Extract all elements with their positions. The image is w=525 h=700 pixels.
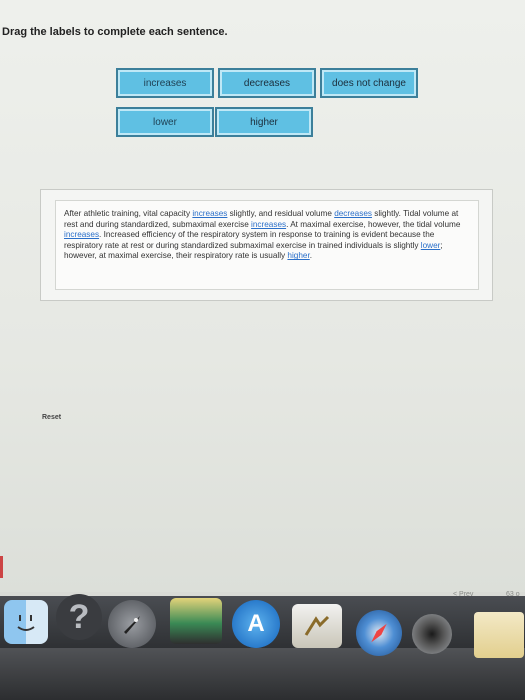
drop-target-2[interactable]: decreases <box>334 209 372 218</box>
sentence-part: slightly, and residual volume <box>227 209 335 218</box>
safari-icon[interactable] <box>356 610 402 656</box>
drop-target-3[interactable]: increases <box>251 220 286 229</box>
reset-button[interactable]: Reset <box>42 414 61 421</box>
camera-icon[interactable] <box>412 614 452 654</box>
drop-target-5[interactable]: lower <box>421 241 441 250</box>
label-higher[interactable]: higher <box>215 107 313 137</box>
notes-icon[interactable] <box>474 612 524 658</box>
label-increases[interactable]: increases <box>116 68 214 98</box>
edge-marker <box>0 556 3 578</box>
preview-icon[interactable] <box>292 604 342 648</box>
instruction-text: Drag the labels to complete each sentenc… <box>2 26 228 38</box>
drop-target-4[interactable]: increases <box>64 230 99 239</box>
sentence-part: . At maximal exercise, however, the tida… <box>286 219 461 229</box>
drop-target-1[interactable]: increases <box>192 209 227 218</box>
sentence-part: . Increased efficiency of the respirator… <box>64 230 435 250</box>
label-lower[interactable]: lower <box>116 107 214 137</box>
finder-icon[interactable] <box>4 600 48 644</box>
label-decreases[interactable]: decreases <box>218 68 316 98</box>
dock-shelf <box>0 648 525 700</box>
app-icon[interactable] <box>170 598 222 644</box>
launchpad-icon[interactable] <box>108 600 156 648</box>
app-store-icon[interactable]: A <box>232 600 280 648</box>
help-icon[interactable]: ? <box>56 594 102 640</box>
drop-target-6[interactable]: higher <box>287 251 309 260</box>
sentence-text: After athletic training, vital capacity … <box>55 200 479 290</box>
sentence-part: . <box>309 251 313 261</box>
sentence-panel: After athletic training, vital capacity … <box>40 189 493 301</box>
sentence-part: After athletic training, vital capacity <box>64 209 193 218</box>
screen: Drag the labels to complete each sentenc… <box>0 0 525 598</box>
label-does-not-change[interactable]: does not change <box>320 68 418 98</box>
